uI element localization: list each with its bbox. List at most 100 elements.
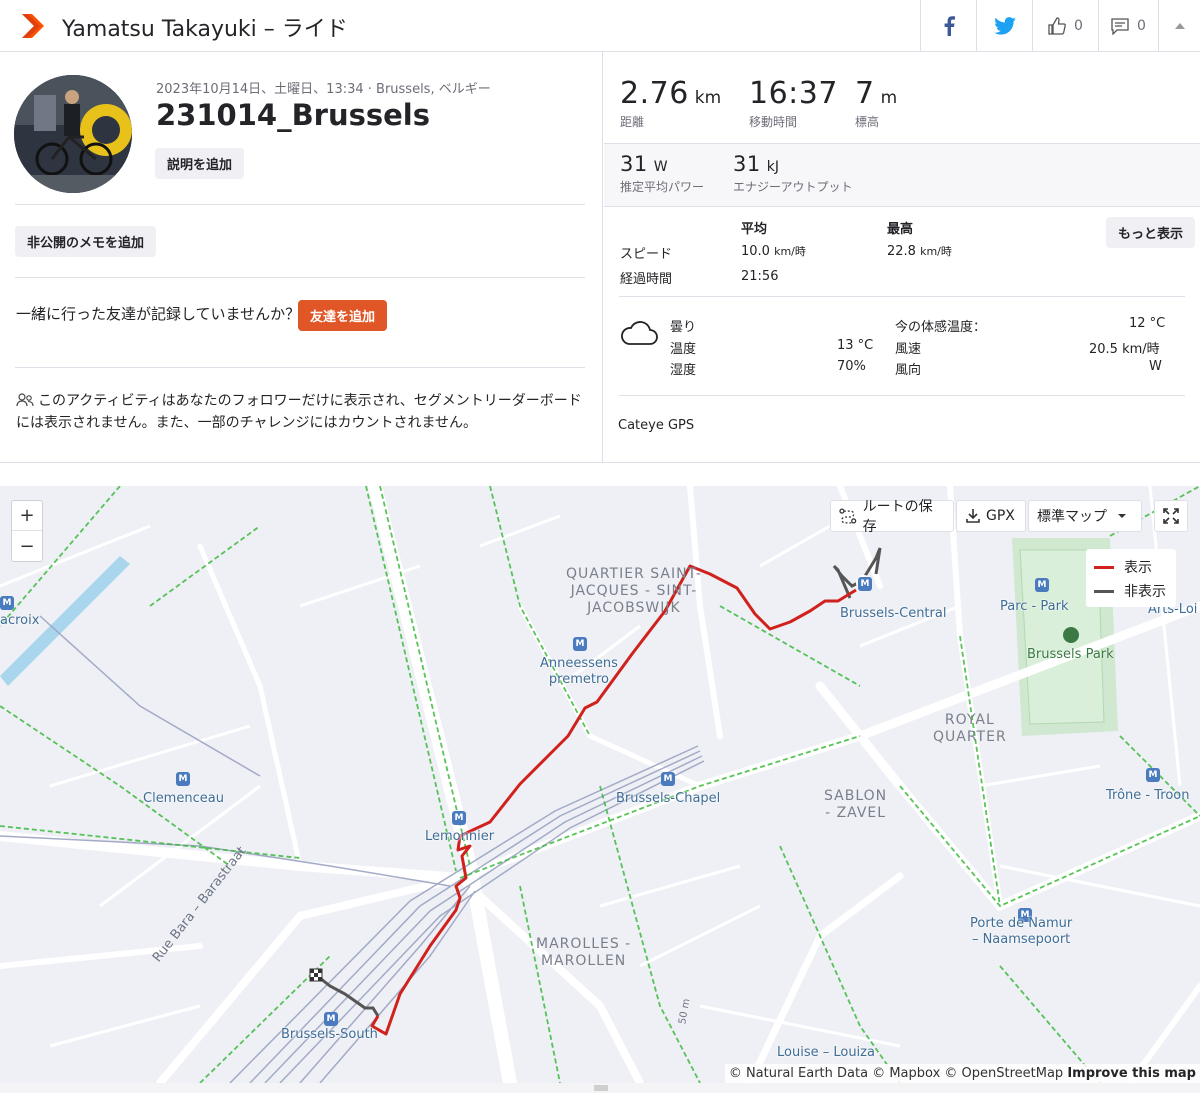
legend-hidden-label: 非表示: [1124, 584, 1166, 600]
facebook-icon: [944, 16, 955, 36]
device-name: Cateye GPS: [618, 418, 695, 433]
map-label-brussels-south: Brussels-South: [281, 1027, 378, 1042]
legend-shown[interactable]: 表示: [1094, 555, 1168, 579]
metro-station-icon: M: [452, 811, 466, 825]
temp-label: 温度: [670, 342, 697, 357]
col-max-header: 最高: [887, 222, 914, 237]
power-unit: W: [653, 159, 668, 175]
divider: [619, 395, 1185, 396]
zoom-control: + −: [11, 500, 43, 562]
power-label: 推定平均パワー: [620, 180, 705, 194]
avatar[interactable]: [14, 75, 132, 193]
kudos-button[interactable]: 0: [1032, 0, 1098, 52]
humidity-value: 70%: [837, 359, 866, 374]
grip-icon: [594, 1085, 608, 1091]
map-label-sablon: SABLON - ZAVEL: [824, 788, 887, 822]
activity-summary-panel: 2023年10月14日、土曜日、13:34 · Brussels, ベルギー 2…: [0, 52, 603, 462]
map-label-quartier: QUARTIER SAINT- JACQUES - SINT- JACOBSWI…: [566, 566, 702, 617]
zoom-out-button[interactable]: −: [12, 531, 42, 561]
facebook-share-button[interactable]: [920, 0, 976, 52]
elevation-label: 標高: [855, 115, 880, 129]
speed-avg-unit: km/時: [774, 245, 806, 258]
map-legend: 表示 非表示: [1086, 549, 1176, 607]
thumbs-up-icon: [1048, 17, 1066, 35]
energy-value: 31: [733, 152, 761, 176]
map-label-trone: Trône - Troon: [1106, 788, 1190, 803]
speed-avg: 10.0 km/時: [741, 243, 806, 259]
park-tree-icon: [1063, 627, 1079, 643]
comment-button[interactable]: 0: [1098, 0, 1158, 52]
power-value: 31: [620, 152, 648, 176]
elevation-stat: 7m 標高: [855, 76, 897, 130]
map-label-line: JACQUES - SINT-: [570, 583, 698, 599]
page-header: Yamatsu Takayuki – ライド 0 0: [0, 0, 1200, 52]
twitter-share-button[interactable]: [976, 0, 1032, 52]
map-label-line: SABLON: [824, 788, 888, 804]
divider: [15, 277, 585, 278]
improve-map-link[interactable]: Improve this map: [1067, 1066, 1196, 1081]
speed-avg-value: 10.0: [741, 244, 770, 259]
divider: [619, 296, 1185, 297]
activity-date: 2023年10月14日、土曜日、13:34 · Brussels, ベルギー: [156, 82, 491, 97]
energy-stat: 31 kJ エナジーアウトプット: [733, 152, 853, 195]
distance-stat: 2.76 km 距離: [620, 76, 721, 130]
map-label-line: - ZAVEL: [825, 805, 887, 821]
gpx-export-button[interactable]: GPX: [956, 500, 1026, 532]
distance-unit: km: [694, 88, 722, 108]
route-map[interactable]: M M M M M M M M M M QUARTIER SAINT- JACQ…: [0, 486, 1200, 1083]
energy-label: エナジーアウトプット: [733, 180, 853, 194]
humidity-label: 湿度: [670, 363, 697, 378]
map-label-lemonnier: Lemonnier: [425, 829, 495, 844]
map-label-line: Porte de Namur: [970, 916, 1073, 931]
stats-panel: 2.76 km 距離 16:37 移動時間 7m 標高 31 W 推定平均パワー 3…: [604, 52, 1200, 462]
save-route-label: ルートの保存: [862, 499, 933, 535]
show-more-button[interactable]: もっと表示: [1106, 217, 1196, 248]
fullscreen-button[interactable]: [1154, 500, 1188, 532]
privacy-notice: このアクティビティはあなたのフォロワーだけに表示され、セグメントリーダーボードに…: [16, 390, 588, 434]
metro-station-icon: M: [1035, 578, 1049, 592]
add-private-note-button[interactable]: 非公開のメモを追加: [15, 226, 157, 257]
divider: [15, 367, 585, 368]
collapse-button[interactable]: [1158, 0, 1200, 52]
secondary-stats: 31 W 推定平均パワー 31 kJ エナジーアウトプット: [604, 143, 1200, 207]
resize-handle[interactable]: [0, 1083, 1200, 1093]
map-label-croix: acroix: [0, 613, 40, 628]
map-label-line: ROYAL: [944, 712, 995, 728]
save-route-button[interactable]: ルートの保存: [830, 499, 954, 535]
route-icon: [839, 508, 857, 524]
map-attribution: © Natural Earth Data © Mapbox © OpenStre…: [724, 1064, 1200, 1083]
metro-station-icon: M: [0, 596, 14, 610]
map-label-line: JACOBSWIJK: [587, 600, 681, 616]
weather-condition: 曇り: [670, 320, 697, 335]
attribution-text[interactable]: © Natural Earth Data © Mapbox © OpenStre…: [729, 1066, 1063, 1081]
kudos-count: 0: [1074, 18, 1083, 34]
legend-swatch-hidden: [1094, 589, 1114, 593]
map-label-parc: Parc - Park: [1000, 599, 1069, 614]
strava-chevron-icon: [22, 14, 44, 38]
zoom-in-button[interactable]: +: [12, 501, 42, 531]
add-friend-button[interactable]: 友達を追加: [298, 300, 388, 331]
speed-max-unit: km/時: [920, 245, 952, 258]
friend-question: 一緒に行った友達が記録していませんか？: [16, 305, 301, 323]
privacy-text: このアクティビティはあなたのフォロワーだけに表示され、セグメントリーダーボードに…: [16, 393, 582, 431]
map-type-select[interactable]: 標準マップ: [1028, 500, 1142, 532]
map-label-line: – Naamsepoort: [971, 932, 1071, 947]
metro-station-icon: M: [858, 577, 872, 591]
add-description-button[interactable]: 説明を追加: [155, 148, 245, 179]
map-label-line: MAROLLEN: [540, 953, 627, 969]
metro-station-icon: M: [661, 772, 675, 786]
comment-icon: [1111, 17, 1129, 35]
speed-max-value: 22.8: [887, 244, 916, 259]
map-label-brussels-chapel: Brussels-Chapel: [616, 791, 721, 806]
elevation-unit: m: [880, 88, 898, 108]
map-label-royal-quarter: ROYAL QUARTER: [933, 712, 1007, 746]
map-type-label: 標準マップ: [1037, 509, 1107, 525]
legend-hidden[interactable]: 非表示: [1094, 579, 1168, 603]
distance-label: 距離: [620, 115, 645, 129]
avatar-photo: [14, 75, 132, 193]
comment-count: 0: [1137, 18, 1146, 34]
divider: [15, 204, 585, 205]
wind-dir-value: W: [1149, 359, 1162, 374]
map-label-louise: Louise – Louiza: [777, 1045, 875, 1060]
distance-value: 2.76: [620, 76, 689, 111]
